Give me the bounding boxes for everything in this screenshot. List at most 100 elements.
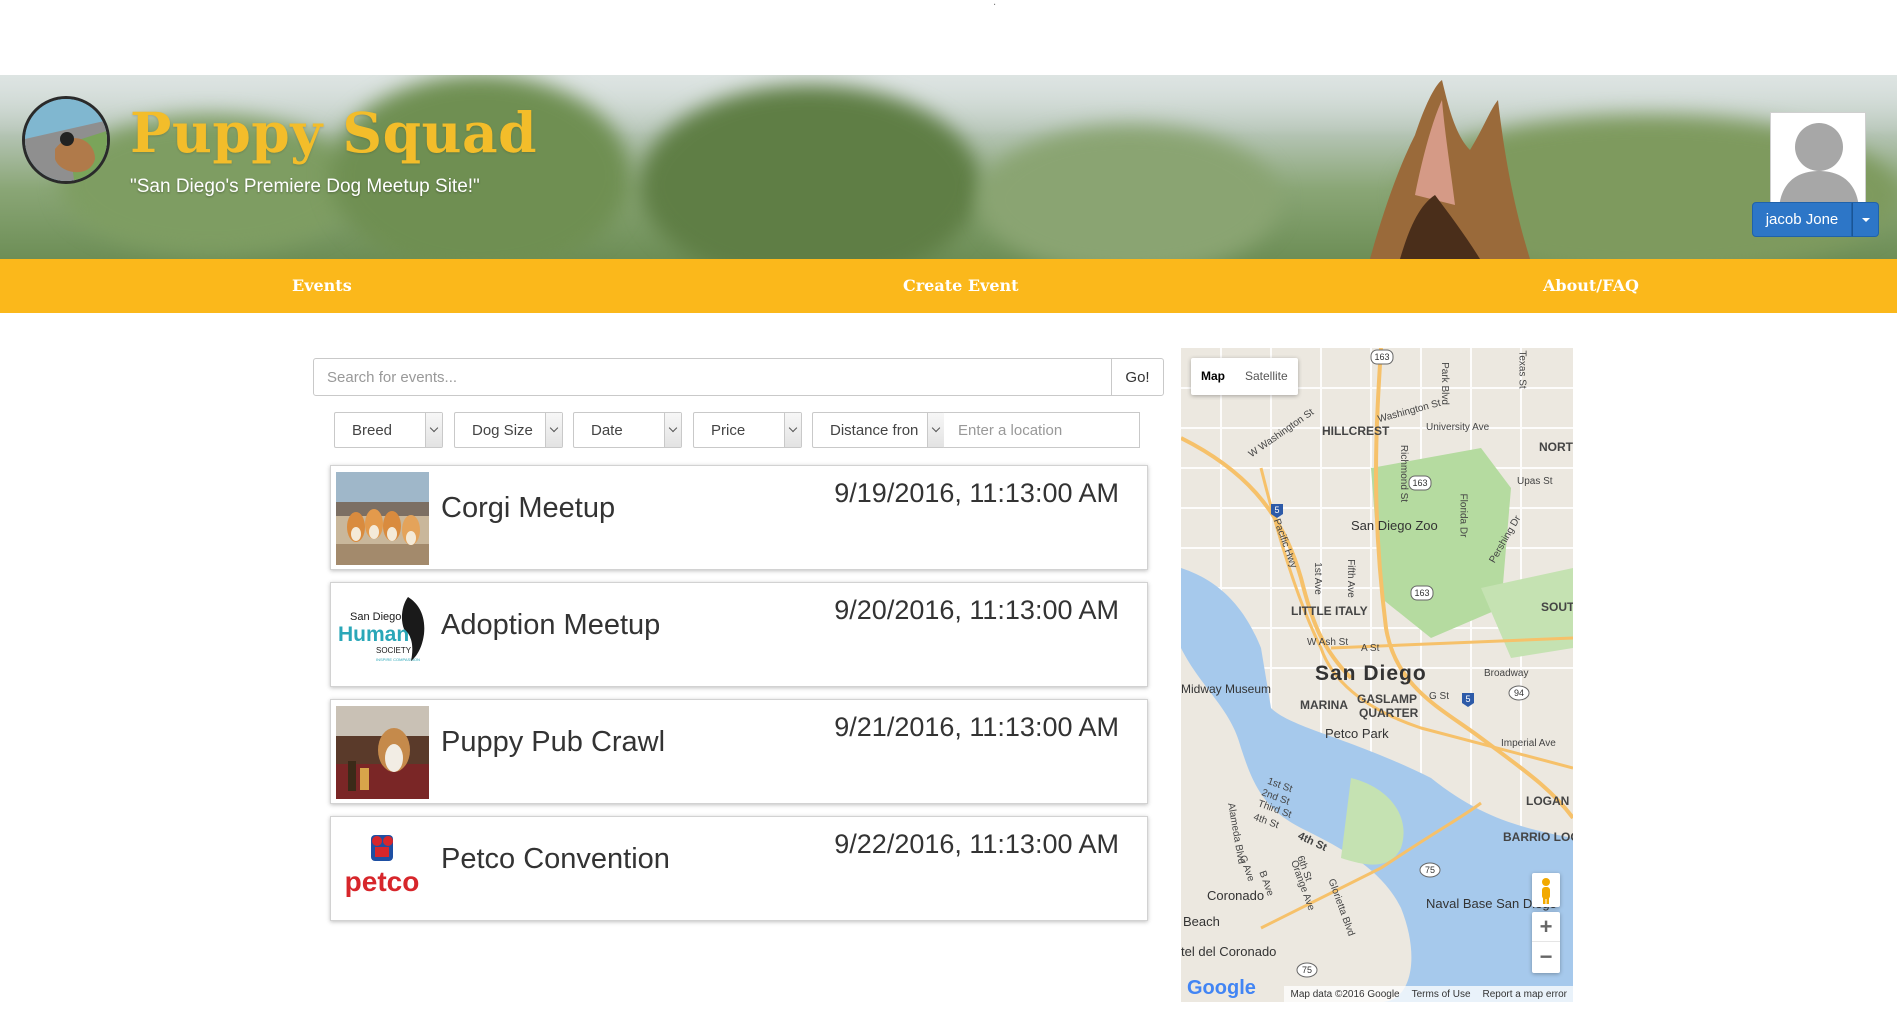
user-menu: jacob Jone bbox=[1752, 202, 1879, 237]
event-thumbnail-corgis bbox=[336, 472, 429, 565]
event-name: Puppy Pub Crawl bbox=[441, 726, 666, 758]
map-type-control: Map Satellite bbox=[1191, 358, 1298, 395]
breed-filter-label: Breed bbox=[352, 421, 393, 439]
map-label: Fifth Ave bbox=[1344, 559, 1356, 598]
map-label: Coronado bbox=[1207, 888, 1265, 903]
petco-wordmark: petco bbox=[345, 866, 420, 897]
map-report-link[interactable]: Report a map error bbox=[1483, 989, 1567, 1000]
event-name: Corgi Meetup bbox=[441, 492, 616, 524]
map-terms-link[interactable]: Terms of Use bbox=[1412, 989, 1471, 1000]
main-nav: Events Create Event About/FAQ bbox=[0, 259, 1897, 313]
map-label: QUARTER bbox=[1359, 706, 1419, 720]
date-filter-select[interactable]: Date bbox=[573, 412, 682, 448]
zoom-in-button[interactable]: + bbox=[1532, 912, 1560, 942]
map-label: Midway Museum bbox=[1181, 682, 1272, 696]
google-logo-text: Google bbox=[1187, 977, 1256, 999]
user-dropdown-toggle[interactable] bbox=[1852, 202, 1879, 237]
humane-line1: San Diego bbox=[350, 611, 401, 623]
route-75-label: 75 bbox=[1425, 865, 1435, 875]
hero-tree bbox=[980, 125, 1280, 259]
nav-create-event[interactable]: Create Event bbox=[903, 259, 1019, 313]
map-label: Upas St bbox=[1517, 476, 1553, 487]
event-card[interactable]: Corgi Meetup 9/19/2016, 11:13:00 AM bbox=[330, 465, 1148, 570]
map-label: MARINA bbox=[1300, 698, 1348, 712]
dog-size-filter-select[interactable]: Dog Size bbox=[454, 412, 563, 448]
map-label: A St bbox=[1361, 643, 1380, 654]
user-avatar[interactable] bbox=[1770, 112, 1866, 208]
site-title: Puppy Squad bbox=[130, 100, 538, 165]
event-date: 9/20/2016, 11:13:00 AM bbox=[834, 595, 1119, 625]
chevron-down-icon bbox=[545, 413, 562, 447]
route-163-label: 163 bbox=[1412, 478, 1427, 488]
humane-line3: SOCIETY bbox=[376, 646, 412, 655]
route-75-label: 75 bbox=[1302, 965, 1312, 975]
map-label: GASLAMP bbox=[1357, 692, 1417, 706]
map-label: LOGAN bbox=[1526, 794, 1570, 808]
map-label-zoo: San Diego Zoo bbox=[1351, 518, 1438, 533]
breed-filter-select[interactable]: Breed bbox=[334, 412, 443, 448]
events-map[interactable]: 163 163 163 5 5 94 75 75 HILLCREST Washi… bbox=[1181, 348, 1573, 1002]
map-label: LITTLE ITALY bbox=[1291, 604, 1368, 618]
route-163-label: 163 bbox=[1374, 352, 1389, 362]
dog-size-filter-label: Dog Size bbox=[472, 421, 533, 439]
map-label: Petco Park bbox=[1325, 726, 1389, 741]
event-name: Petco Convention bbox=[441, 843, 670, 875]
event-search-input[interactable] bbox=[313, 358, 1112, 396]
map-label: BARRIO LOGAN bbox=[1503, 830, 1573, 844]
event-card[interactable]: Puppy Pub Crawl 9/21/2016, 11:13:00 AM bbox=[330, 699, 1148, 804]
caret-down-icon bbox=[1861, 217, 1870, 222]
map-type-map-button[interactable]: Map bbox=[1191, 358, 1235, 395]
map-label: Broadway bbox=[1484, 668, 1529, 679]
street-view-pegman-icon[interactable] bbox=[1532, 873, 1560, 907]
map-label-san-diego: San Diego bbox=[1315, 662, 1427, 685]
event-card[interactable]: San Diego Humane SOCIETY INSPIRE COMPASS… bbox=[330, 582, 1148, 687]
map-label: NORT bbox=[1539, 440, 1573, 454]
map-label: Texas St bbox=[1516, 350, 1528, 389]
search-go-button[interactable]: Go! bbox=[1111, 358, 1164, 396]
event-thumbnail-beagle-pub bbox=[336, 706, 429, 799]
chevron-down-icon bbox=[425, 413, 442, 447]
map-label: Imperial Ave bbox=[1501, 738, 1556, 749]
map-data-attribution: Map data ©2016 Google bbox=[1290, 988, 1400, 1000]
map-label: Park Blvd bbox=[1438, 362, 1450, 405]
map-label: University Ave bbox=[1426, 422, 1490, 433]
chevron-down-icon bbox=[927, 413, 944, 447]
distance-filter-label: Distance fron bbox=[830, 421, 919, 439]
map-type-satellite-button[interactable]: Satellite bbox=[1235, 358, 1298, 395]
map-label: 1st Ave bbox=[1311, 562, 1323, 595]
event-thumbnail-humane-society: San Diego Humane SOCIETY INSPIRE COMPASS… bbox=[336, 589, 429, 682]
map-label: Florida Dr bbox=[1457, 493, 1469, 538]
zoom-out-button[interactable]: − bbox=[1532, 942, 1560, 972]
nav-about-faq[interactable]: About/FAQ bbox=[1543, 259, 1639, 313]
route-94-label: 94 bbox=[1514, 688, 1524, 698]
site-tagline: "San Diego's Premiere Dog Meetup Site!" bbox=[130, 176, 480, 197]
chevron-down-icon bbox=[664, 413, 681, 447]
event-date: 9/22/2016, 11:13:00 AM bbox=[834, 829, 1119, 859]
price-filter-select[interactable]: Price bbox=[693, 412, 802, 448]
location-input[interactable] bbox=[944, 412, 1140, 448]
nav-events[interactable]: Events bbox=[292, 259, 352, 313]
price-filter-label: Price bbox=[711, 421, 746, 439]
event-date: 9/19/2016, 11:13:00 AM bbox=[834, 478, 1119, 508]
dog-ear-image bbox=[1370, 80, 1530, 259]
top-artifact-dot: · bbox=[993, 0, 997, 11]
event-date: 9/21/2016, 11:13:00 AM bbox=[834, 712, 1119, 742]
route-5-label: 5 bbox=[1274, 505, 1279, 515]
zoom-control: + − bbox=[1532, 912, 1560, 973]
user-name-button[interactable]: jacob Jone bbox=[1752, 202, 1852, 237]
google-logo: Google bbox=[1187, 977, 1256, 1000]
avatar-placeholder-icon bbox=[1771, 113, 1865, 207]
map-footer: Google Map data ©2016 Google Terms of Us… bbox=[1181, 977, 1573, 1002]
map-label: W Ash St bbox=[1307, 637, 1349, 648]
route-5-label: 5 bbox=[1465, 694, 1470, 704]
event-name: Adoption Meetup bbox=[441, 609, 661, 641]
map-label: Richmond St bbox=[1398, 444, 1410, 503]
event-card[interactable]: petco Petco Convention 9/22/2016, 11:13:… bbox=[330, 816, 1148, 921]
site-logo[interactable] bbox=[22, 96, 110, 184]
distance-filter-select[interactable]: Distance fron bbox=[812, 412, 945, 448]
event-thumbnail-petco: petco bbox=[336, 823, 429, 916]
map-label: HILLCREST bbox=[1322, 424, 1390, 438]
map-label: tel del Coronado bbox=[1181, 944, 1277, 959]
map-label: G St bbox=[1429, 691, 1450, 702]
date-filter-label: Date bbox=[591, 421, 623, 439]
